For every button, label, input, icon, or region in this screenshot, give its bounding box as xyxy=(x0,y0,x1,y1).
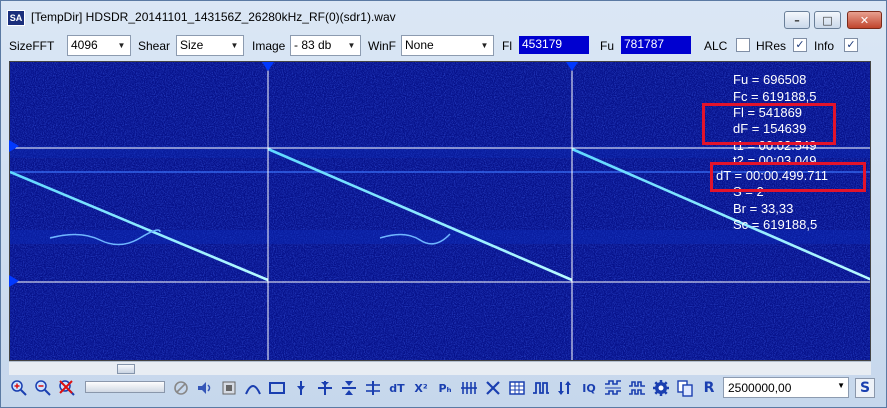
frequency-select[interactable]: 2500000,00 ▼ xyxy=(723,377,849,398)
title-bar: SA [TempDir] HDSDR_20141101_143156Z_2628… xyxy=(1,1,886,31)
window-title: [TempDir] HDSDR_20141101_143156Z_26280kH… xyxy=(31,10,396,24)
horizontal-scrollbar[interactable] xyxy=(9,361,871,375)
sizefft-value: 4096 xyxy=(71,38,98,52)
level-slider[interactable] xyxy=(85,381,165,393)
spectrogram-panel[interactable]: Fu = 696508 Fc = 619188,5 Fl = 541869 dF… xyxy=(9,61,871,361)
hres-label: HRes xyxy=(756,39,787,53)
info-fu: Fu = 696508 xyxy=(733,72,807,87)
sizefft-select[interactable]: 4096 ▼ xyxy=(67,35,131,56)
speaker-icon[interactable] xyxy=(195,378,215,398)
info-checkbox[interactable]: ✓ xyxy=(844,38,858,52)
s-icon[interactable]: S xyxy=(855,378,875,398)
table-icon[interactable] xyxy=(507,378,527,398)
app-window: SA [TempDir] HDSDR_20141101_143156Z_2628… xyxy=(0,0,887,408)
scrollbar-thumb[interactable] xyxy=(117,364,135,374)
image-value: - 83 db xyxy=(294,38,332,52)
frequency-value: 2500000,00 xyxy=(728,381,792,395)
iq-icon[interactable]: IQ xyxy=(579,378,599,398)
left-time-marker-icon[interactable] xyxy=(262,62,274,71)
right-time-marker-icon[interactable] xyxy=(566,62,578,71)
chevron-down-icon: ▼ xyxy=(837,381,845,390)
cross-icon[interactable] xyxy=(483,378,503,398)
stop-icon[interactable] xyxy=(219,378,239,398)
marker-both-icon[interactable] xyxy=(339,378,359,398)
alc-checkbox[interactable] xyxy=(736,38,750,52)
shear-value: Size xyxy=(180,38,204,52)
p-h-icon[interactable]: Pₕ xyxy=(435,378,455,398)
marker-triple-icon[interactable] xyxy=(363,378,383,398)
grid-lines-icon[interactable] xyxy=(459,378,479,398)
chevron-down-icon: ▼ xyxy=(480,41,489,50)
top-toolbar: SizeFFT 4096 ▼ Shear Size ▼ Image - 83 d… xyxy=(9,33,881,59)
sort-icon[interactable] xyxy=(555,378,575,398)
wave-grid-icon[interactable] xyxy=(603,378,623,398)
no-entry-icon[interactable] xyxy=(171,378,191,398)
winf-label: WinF xyxy=(368,39,396,53)
fl-label: Fl xyxy=(502,39,512,53)
copy-icon[interactable] xyxy=(675,378,695,398)
winf-value: None xyxy=(405,38,434,52)
marker-down-icon[interactable] xyxy=(291,378,311,398)
zoom-cancel-icon[interactable] xyxy=(57,378,77,398)
info-fc: Fc = 619188,5 xyxy=(733,89,817,104)
lower-frequency-marker-icon[interactable] xyxy=(9,275,19,287)
r-icon[interactable]: R xyxy=(699,378,719,398)
marker-split-icon[interactable] xyxy=(315,378,335,398)
app-icon: SA xyxy=(7,10,25,26)
chevron-down-icon: ▼ xyxy=(117,41,126,50)
upper-frequency-marker-icon[interactable] xyxy=(9,140,19,152)
image-select[interactable]: - 83 db ▼ xyxy=(290,35,361,56)
zoom-in-icon[interactable] xyxy=(9,378,29,398)
bottom-toolbar: dT X² Pₕ IQ R 2500000,00 ▼ S xyxy=(7,376,883,400)
x-squared-icon[interactable]: X² xyxy=(411,378,431,398)
chevron-down-icon: ▼ xyxy=(230,41,239,50)
winf-select[interactable]: None ▼ xyxy=(401,35,494,56)
shear-select[interactable]: Size ▼ xyxy=(176,35,244,56)
shear-label: Shear xyxy=(138,39,171,53)
image-label: Image xyxy=(252,39,286,53)
info-label: Info xyxy=(814,39,835,53)
zoom-out-icon[interactable] xyxy=(33,378,53,398)
rectangle-icon[interactable] xyxy=(267,378,287,398)
dt-icon[interactable]: dT xyxy=(387,378,407,398)
alc-label: ALC xyxy=(704,39,728,53)
gear-icon[interactable] xyxy=(651,378,671,398)
arc-icon[interactable] xyxy=(243,378,263,398)
fu-value-field[interactable]: 781787 xyxy=(621,36,691,54)
info-br: Br = 33,33 xyxy=(733,201,794,216)
close-button[interactable]: ✕ xyxy=(847,11,882,29)
highlight-box-df xyxy=(702,103,836,145)
highlight-box-dt xyxy=(710,162,866,192)
chevron-down-icon: ▼ xyxy=(347,41,356,50)
hres-checkbox[interactable]: ✓ xyxy=(793,38,807,52)
maximize-button[interactable]: □ xyxy=(814,11,841,29)
sizefft-label: SizeFFT xyxy=(9,39,55,53)
info-sc: Sc = 619188,5 xyxy=(733,217,818,232)
fu-label: Fu xyxy=(600,39,615,53)
fl-value-field[interactable]: 453179 xyxy=(519,36,589,54)
pulse-icon[interactable] xyxy=(531,378,551,398)
minimize-button[interactable]: – xyxy=(784,11,810,29)
comb-icon[interactable] xyxy=(627,378,647,398)
